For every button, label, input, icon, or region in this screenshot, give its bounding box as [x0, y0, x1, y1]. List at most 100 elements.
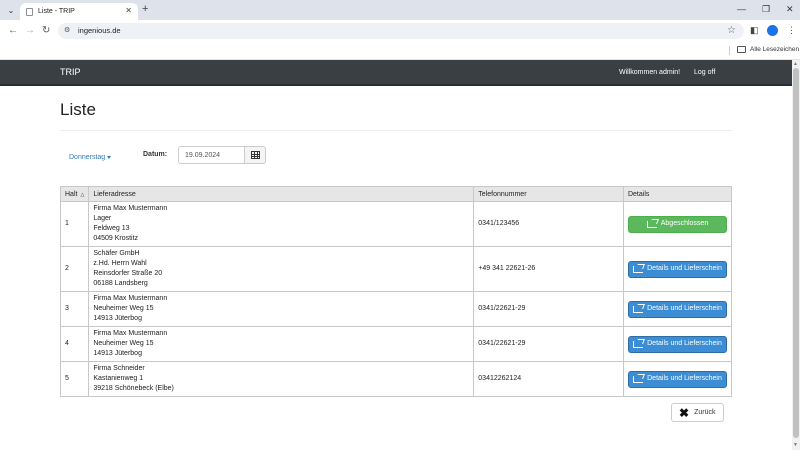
- back-button[interactable]: ✖ Zurück: [671, 403, 724, 422]
- minimize-icon[interactable]: —: [737, 3, 746, 15]
- address-line: Schäfer GmbH: [93, 250, 140, 257]
- phone-cell: 03412262124: [473, 361, 624, 397]
- window-close-icon[interactable]: ✕: [786, 3, 794, 15]
- phone-cell: 0341/22621-29: [473, 291, 624, 327]
- halt-cell: 1: [59, 201, 90, 247]
- bookmarks-bar: Alle Lesezeichen: [0, 42, 800, 60]
- scroll-thumb[interactable]: [793, 68, 799, 438]
- address-cell: Schäfer GmbH z.Hd. Herrn Wahl Reinsdorfer …: [88, 246, 475, 292]
- folder-icon[interactable]: [737, 46, 746, 53]
- table-row: 1 Firma Max Mustermann Lager Feldweg 13 0450…: [59, 201, 733, 247]
- caret-down-icon: [107, 155, 112, 159]
- url-text: ingenious.de: [78, 26, 121, 35]
- profile-avatar-icon[interactable]: [767, 25, 778, 36]
- table-body: 1 Firma Max Mustermann Lager Feldweg 13 0450…: [59, 201, 733, 397]
- button-label: Details und Lieferschein: [647, 265, 722, 272]
- reload-icon[interactable]: ↻: [42, 25, 50, 37]
- new-tab-icon[interactable]: +: [142, 3, 148, 16]
- details-cell: Details und Lieferschein: [622, 291, 733, 327]
- day-dropdown[interactable]: Donnerstag: [69, 154, 112, 161]
- completed-button[interactable]: Abgeschlossen: [627, 215, 727, 233]
- all-bookmarks-link[interactable]: Alle Lesezeichen: [750, 46, 799, 53]
- scroll-down-icon[interactable]: ▼: [793, 442, 798, 448]
- tab-close-icon[interactable]: ✕: [125, 6, 132, 15]
- address-line: Neuheimer Weg 15: [93, 340, 154, 347]
- halt-cell: 4: [59, 326, 90, 362]
- table-row: 2 Schäfer GmbH z.Hd. Herrn Wahl Reinsdorfer…: [59, 246, 733, 292]
- browser-tab[interactable]: Liste - TRIP ✕: [20, 3, 138, 20]
- welcome-link[interactable]: Willkommen admin!: [619, 69, 680, 76]
- table-header-row: Halt △ Lieferadresse Telefonnummer Detail…: [59, 186, 733, 202]
- details-cell: Details und Lieferschein: [622, 361, 733, 397]
- forward-arrow-icon[interactable]: →: [25, 25, 35, 37]
- button-label: Details und Lieferschein: [647, 340, 722, 347]
- share-icon: [646, 220, 657, 228]
- delivery-table: Halt △ Lieferadresse Telefonnummer Detail…: [59, 186, 733, 397]
- address-cell: Firma Max Mustermann Neuheimer Weg 15 1491…: [88, 326, 475, 362]
- phone-cell: 0341/123456: [473, 201, 624, 247]
- column-header-phone: Telefonnummer: [473, 186, 624, 202]
- halt-cell: 5: [59, 361, 90, 397]
- column-header-details: Details: [622, 186, 733, 202]
- site-info-icon[interactable]: ⚙: [64, 26, 73, 35]
- address-line: Reinsdorfer Straße 20: [93, 270, 163, 277]
- phone-cell: 0341/22621-29: [473, 326, 624, 362]
- share-icon: [633, 305, 644, 313]
- scroll-up-icon[interactable]: ▲: [793, 61, 798, 67]
- address-line: 14913 Jüterbog: [93, 350, 142, 357]
- address-line: Feldweg 13: [93, 225, 130, 232]
- page-scrollbar[interactable]: ▲ ▼: [792, 60, 800, 450]
- details-delivery-note-button[interactable]: Details und Lieferschein: [627, 300, 727, 318]
- tab-title: Liste - TRIP: [38, 8, 75, 15]
- table-row: 3 Firma Max Mustermann Neuheimer Weg 15 149…: [59, 291, 733, 327]
- share-icon: [633, 375, 644, 383]
- side-panel-icon[interactable]: ◧: [750, 25, 759, 36]
- sort-asc-icon: △: [80, 191, 85, 198]
- date-label: Datum:: [143, 151, 168, 158]
- button-label: Abgeschlossen: [660, 220, 709, 227]
- address-line: Kastanienweg 1: [93, 375, 144, 382]
- share-icon: [633, 340, 644, 348]
- tab-search-icon[interactable]: ⌄: [4, 3, 18, 17]
- browser-toolbar: ← → ↻ ⚙ ingenious.de ☆ ◧ ⋮: [0, 20, 800, 42]
- calendar-icon: [250, 151, 260, 159]
- address-cell: Firma Max Mustermann Lager Feldweg 13 04509…: [88, 201, 475, 247]
- date-input[interactable]: [178, 146, 245, 164]
- details-delivery-note-button[interactable]: Details und Lieferschein: [627, 335, 727, 353]
- halt-cell: 3: [59, 291, 90, 327]
- button-label: Details und Lieferschein: [647, 375, 722, 382]
- address-line: 04509 Krostitz: [93, 235, 139, 242]
- table-row: 5 Firma Schneider Kastanienweg 1 39218 Schö…: [59, 361, 733, 397]
- back-arrow-icon[interactable]: ←: [8, 25, 18, 37]
- address-line: Firma Max Mustermann: [93, 330, 168, 337]
- column-header-halt[interactable]: Halt △: [59, 186, 90, 202]
- address-line: Lager: [93, 215, 112, 222]
- address-line: z.Hd. Herrn Wahl: [93, 260, 147, 267]
- halt-cell: 2: [59, 246, 90, 292]
- bookmarks-separator: [729, 46, 730, 55]
- title-divider: [60, 130, 732, 131]
- address-cell: Firma Schneider Kastanienweg 1 39218 Schön…: [88, 361, 475, 397]
- address-line: Firma Max Mustermann: [93, 205, 168, 212]
- details-cell: Details und Lieferschein: [622, 326, 733, 362]
- details-delivery-note-button[interactable]: Details und Lieferschein: [627, 370, 727, 388]
- details-cell: Abgeschlossen: [622, 201, 733, 247]
- address-bar[interactable]: ⚙ ingenious.de ☆: [58, 23, 744, 39]
- details-cell: Details und Lieferschein: [622, 246, 733, 292]
- maximize-icon[interactable]: ❐: [762, 3, 770, 15]
- column-header-address: Lieferadresse: [88, 186, 475, 202]
- page-title: Liste: [60, 100, 96, 119]
- address-line: Firma Max Mustermann: [93, 295, 168, 302]
- address-line: 06188 Landsberg: [93, 280, 148, 287]
- brand-link[interactable]: TRIP: [60, 67, 81, 77]
- browser-tabstrip: ⌄ Liste - TRIP ✕ + — ❐ ✕: [0, 0, 800, 20]
- bookmark-star-icon[interactable]: ☆: [727, 25, 736, 36]
- button-label: Details und Lieferschein: [647, 305, 722, 312]
- calendar-button[interactable]: [244, 146, 266, 164]
- logoff-link[interactable]: Log off: [694, 69, 715, 76]
- menu-dots-icon[interactable]: ⋮: [787, 25, 796, 36]
- address-line: 14913 Jüterbog: [93, 315, 142, 322]
- close-x-icon: ✖: [679, 405, 690, 420]
- details-delivery-note-button[interactable]: Details und Lieferschein: [627, 260, 727, 278]
- share-icon: [633, 265, 644, 273]
